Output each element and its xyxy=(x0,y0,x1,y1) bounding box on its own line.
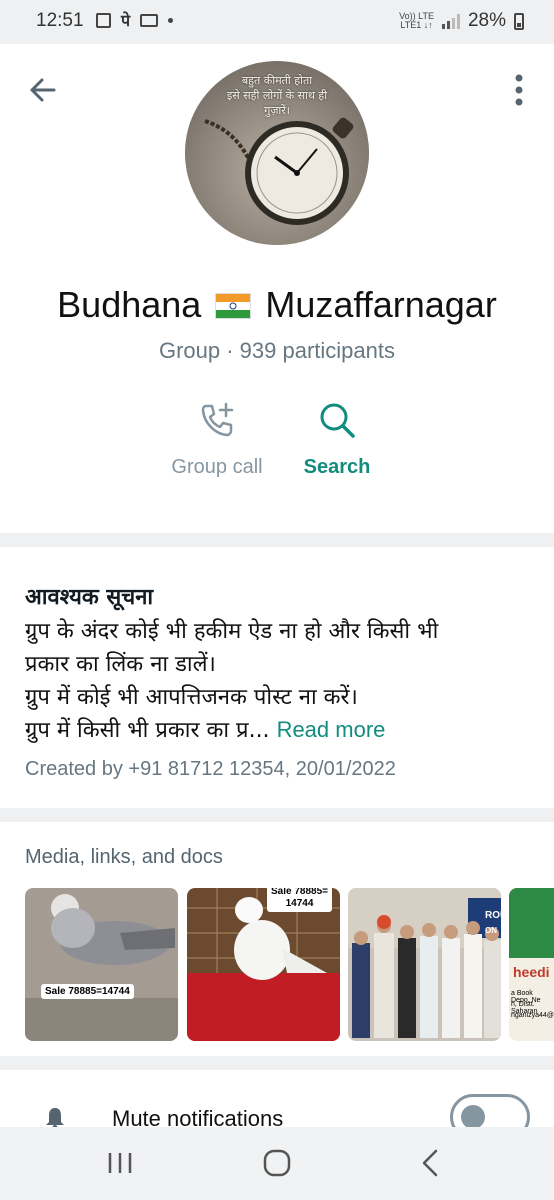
battery-percent: 28% xyxy=(467,10,506,31)
avatar-caption-line1: बहुत कीमती होता xyxy=(241,74,313,87)
thumb1-label: Sale 78885=14744 xyxy=(41,984,134,999)
status-time: 12:51 xyxy=(36,10,84,31)
media-thumbnail-1[interactable]: Sale 78885=14744 xyxy=(25,888,178,1041)
thumb2-label-line1: Sale 78885= xyxy=(271,888,328,897)
participants-count: Group · 939 participants xyxy=(158,338,396,363)
home-icon[interactable] xyxy=(257,1145,297,1181)
description-truncated: ग्रुप में किसी भी प्रकार का प्र... xyxy=(25,718,270,743)
pigeon-image xyxy=(25,888,178,1041)
description-line4: ग्रुप में किसी भी प्रकार का प्र... Read … xyxy=(25,714,385,744)
voicemail-icon xyxy=(140,13,159,27)
signal-icon xyxy=(441,13,460,29)
thumb4-line4: nganizya44@gm xyxy=(511,1012,554,1019)
description-line1: ग्रुप के अंदर कोई भी हकीम ऐड ना हो और कि… xyxy=(25,619,439,644)
avatar-caption-line2: इसे सही लोगों के साथ ही xyxy=(226,89,328,102)
group-name: Budhana Muzaffarnagar xyxy=(0,284,554,326)
media-thumbnail-2[interactable]: Sale 78885= 14744 xyxy=(187,888,340,1041)
phonepe-icon: पे xyxy=(121,11,131,30)
status-right: Vo)) LTE LTE1 ↓↑ 28% xyxy=(399,10,524,32)
thumb4-line1: heedi xyxy=(513,964,550,980)
group-name-part2: Muzaffarnagar xyxy=(265,284,497,325)
gallery-icon xyxy=(96,12,111,28)
thumb2-label-line2: 14744 xyxy=(285,898,314,909)
group-name-part1: Budhana xyxy=(57,284,202,325)
group-header-card: बहुत कीमती होता इसे सही लोगों के साथ ही … xyxy=(0,44,554,533)
thumb3-label: ROU xyxy=(485,910,501,921)
india-flag-icon xyxy=(215,293,252,319)
avatar-caption: बहुत कीमती होता इसे सही लोगों के साथ ही … xyxy=(185,73,369,118)
media-card: Media, links, and docs Sale 78885=14744 xyxy=(0,822,554,1056)
avatar-caption-line3: गुज़ारें। xyxy=(264,104,290,117)
media-thumbnail-3[interactable]: ROU ON xyxy=(348,888,501,1041)
recent-apps-icon[interactable] xyxy=(100,1145,140,1181)
phone-add-icon xyxy=(201,402,234,437)
notification-icons: पे xyxy=(96,9,174,31)
group-description-card: आवश्यक सूचना ग्रुप के अंदर कोई भी हकीम ऐ… xyxy=(0,547,554,808)
search-icon xyxy=(320,403,355,438)
description-line2: प्रकार का लिंक ना डालें। xyxy=(25,652,216,677)
status-bar: 12:51 पे Vo)) LTE LTE1 ↓↑ 28% xyxy=(0,0,554,44)
description-title: आवश्यक सूचना xyxy=(25,585,154,610)
group-avatar[interactable]: बहुत कीमती होता इसे सही लोगों के साथ ही … xyxy=(185,61,369,245)
system-navigation-bar xyxy=(0,1127,554,1200)
network-icon: Vo)) LTE LTE1 ↓↑ xyxy=(399,12,434,30)
media-title[interactable]: Media, links, and docs xyxy=(25,846,223,869)
back-nav-icon[interactable] xyxy=(412,1145,452,1181)
network-bottom: LTE1 ↓↑ xyxy=(400,20,433,30)
search-button[interactable]: Search xyxy=(257,400,417,479)
read-more-link[interactable]: Read more xyxy=(277,717,386,742)
back-arrow-icon[interactable] xyxy=(24,70,64,110)
dot-icon xyxy=(168,17,174,23)
toggle-knob xyxy=(461,1105,485,1129)
search-label: Search xyxy=(303,456,371,478)
description-line3: ग्रुप में कोई भी आपत्तिजनक पोस्ट ना करें… xyxy=(25,685,358,710)
thumb2-label: Sale 78885= 14744 xyxy=(267,888,332,912)
battery-icon xyxy=(514,12,524,30)
group-photo-image xyxy=(348,888,501,1041)
created-by: Created by +91 81712 12354, 20/01/2022 xyxy=(25,758,396,780)
media-thumbnail-4[interactable]: heedi a Book Depo, Ne h, Distt. Saharan … xyxy=(509,888,554,1041)
more-options-icon[interactable] xyxy=(504,70,534,110)
thumb3-label-2: ON xyxy=(485,926,497,935)
